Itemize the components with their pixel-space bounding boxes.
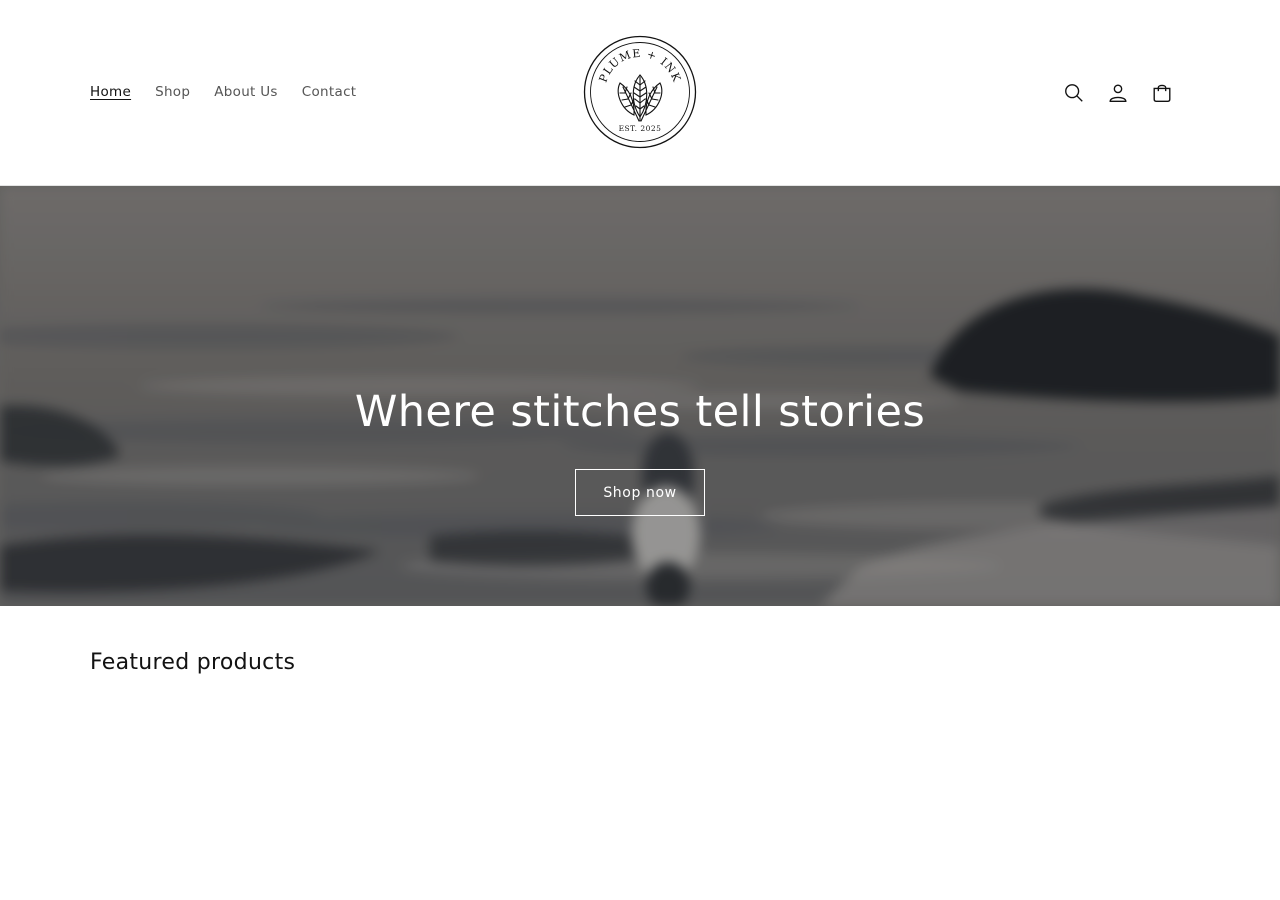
hero-banner: Where stitches tell stories Shop now xyxy=(0,186,1280,606)
header-icons xyxy=(1052,76,1184,110)
cart-button[interactable] xyxy=(1140,76,1184,110)
nav-link-shop[interactable]: Shop xyxy=(155,82,190,102)
search-icon xyxy=(1065,84,1083,102)
brand-logo[interactable]: PLUME + INK EST. 2025 xyxy=(583,35,697,149)
featured-products-section: Featured products xyxy=(0,606,1280,900)
nav-link-home[interactable]: Home xyxy=(90,82,131,102)
nav-link-about-us[interactable]: About Us xyxy=(214,82,278,102)
search-button[interactable] xyxy=(1052,76,1096,110)
site-header: Home Shop About Us Contact PLUME + INK E… xyxy=(0,0,1280,186)
shop-now-button[interactable]: Shop now xyxy=(575,469,705,516)
main-nav: Home Shop About Us Contact xyxy=(90,82,380,102)
logo-bottom-text: EST. 2025 xyxy=(619,124,662,133)
account-icon xyxy=(1109,84,1127,102)
featured-products-title: Featured products xyxy=(90,650,296,675)
cart-icon xyxy=(1153,84,1171,102)
nav-link-contact[interactable]: Contact xyxy=(302,82,357,102)
account-button[interactable] xyxy=(1096,76,1140,110)
plume-ink-logo-icon: PLUME + INK EST. 2025 xyxy=(583,35,697,149)
hero-heading: Where stitches tell stories xyxy=(354,387,926,437)
